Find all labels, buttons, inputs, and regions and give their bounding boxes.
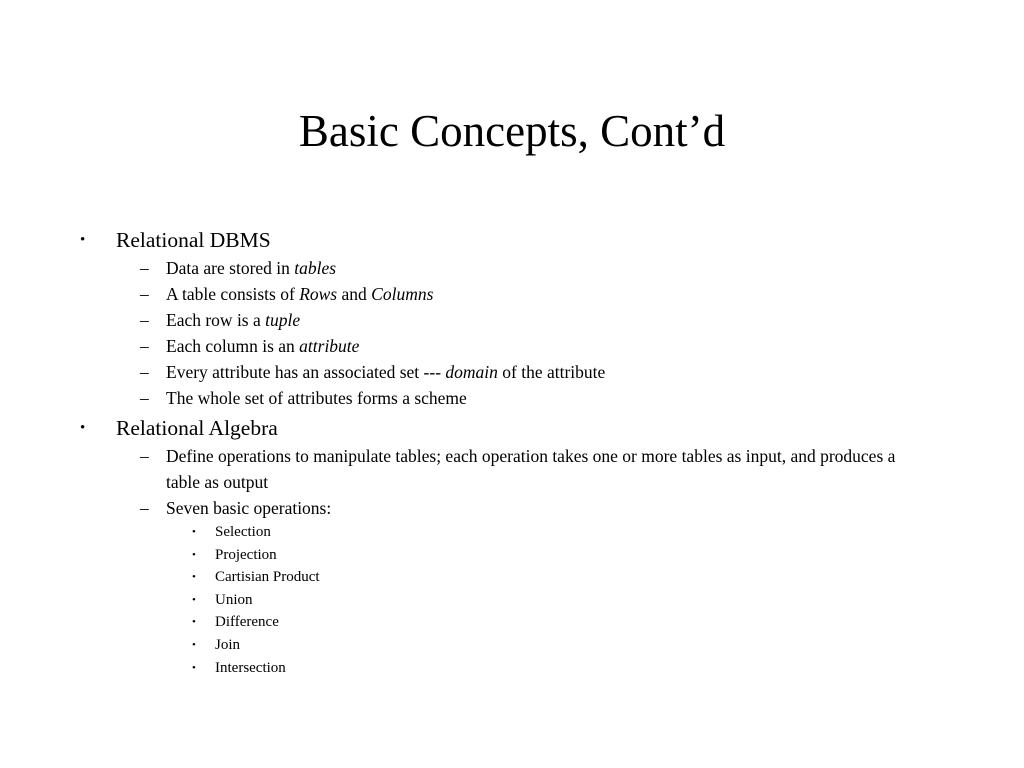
outline-item-level2: – A table consists of Rows and Columns: [80, 281, 944, 307]
outline-item-level3: • Union: [80, 589, 944, 612]
text-run: Every attribute has an associated set --…: [166, 362, 446, 382]
section-heading-relational-dbms: Relational DBMS: [116, 228, 271, 252]
emphasis-run: domain: [445, 362, 498, 382]
bullet-marker-level3-icon: •: [192, 616, 196, 629]
slide-body: • Relational DBMS – Data are stored in t…: [80, 226, 944, 679]
dash-marker-level2-icon: –: [140, 310, 149, 330]
outline-item-level1: • Relational DBMS: [80, 226, 944, 254]
dash-marker-level2-icon: –: [140, 258, 149, 278]
outline-text-each-row-is-a-tuple: Each row is a tuple: [166, 307, 912, 333]
operation-cartisian-product: Cartisian Product: [215, 569, 320, 586]
outline-item-level2: – Seven basic operations:: [80, 495, 944, 521]
outline-item-level2: – Define operations to manipulate tables…: [80, 443, 944, 495]
outline-item-level3: • Difference: [80, 611, 944, 634]
outline-item-level2: – Data are stored in tables: [80, 255, 944, 281]
outline-text-table-consists-of-rows-and-columns: A table consists of Rows and Columns: [166, 281, 912, 307]
outline-item-level3: • Selection: [80, 521, 944, 544]
operation-intersection: Intersection: [215, 659, 286, 676]
outline-text-define-operations-to-manipulate-tables: Define operations to manipulate tables; …: [166, 446, 896, 492]
operation-difference: Difference: [215, 614, 279, 631]
bullet-marker-level3-icon: •: [192, 661, 196, 674]
dash-marker-level2-icon: –: [140, 446, 149, 466]
slide: Basic Concepts, Cont’d • Relational DBMS…: [0, 0, 1024, 768]
outline-item-level3: • Intersection: [80, 657, 944, 680]
outline-item-level3: • Projection: [80, 544, 944, 567]
operation-projection: Projection: [215, 546, 277, 563]
outline-text-data-are-stored-in-tables: Data are stored in tables: [166, 255, 912, 281]
bullet-marker-level1-icon: •: [80, 420, 86, 436]
text-run: and: [337, 284, 372, 304]
outline-text-every-attribute-has-domain: Every attribute has an associated set --…: [166, 359, 912, 385]
outline-text-whole-set-of-attributes-forms-a-scheme: The whole set of attributes forms a sche…: [166, 388, 467, 408]
emphasis-run: tuple: [265, 310, 301, 330]
text-run: of the attribute: [497, 362, 606, 382]
outline-item-level2: – The whole set of attributes forms a sc…: [80, 385, 944, 411]
bullet-marker-level3-icon: •: [192, 526, 196, 538]
text-run: A table consists of: [166, 284, 300, 304]
emphasis-run: tables: [294, 258, 337, 278]
bullet-marker-level3-icon: •: [192, 571, 196, 584]
outline-item-level2: – Every attribute has an associated set …: [80, 359, 944, 385]
dash-marker-level2-icon: –: [140, 388, 149, 408]
dash-marker-level2-icon: –: [140, 362, 149, 382]
dash-marker-level2-icon: –: [140, 498, 149, 518]
text-run: Each column is an: [166, 336, 300, 356]
outline-text-each-column-is-an-attribute: Each column is an attribute: [166, 333, 912, 359]
outline-item-level3: • Join: [80, 634, 944, 657]
outline-item-level2: – Each column is an attribute: [80, 333, 944, 359]
bullet-marker-level3-icon: •: [192, 593, 196, 606]
emphasis-run: Rows: [299, 284, 338, 304]
operation-join: Join: [215, 636, 241, 653]
bullet-marker-level3-icon: •: [192, 548, 196, 561]
operation-union: Union: [215, 591, 253, 608]
bullet-marker-level3-icon: •: [192, 638, 196, 651]
text-run: Data are stored in: [166, 258, 295, 278]
outline-item-level2: – Each row is a tuple: [80, 307, 944, 333]
outline-section-relational-algebra: • Relational Algebra – Define operations…: [80, 414, 944, 679]
outline-text-seven-basic-operations: Seven basic operations:: [166, 498, 332, 518]
operation-selection: Selection: [215, 524, 271, 540]
outline-item-level3: • Cartisian Product: [80, 566, 944, 589]
outline-item-level1: • Relational Algebra: [80, 414, 944, 442]
outline-section-relational-dbms: • Relational DBMS – Data are stored in t…: [80, 226, 944, 411]
dash-marker-level2-icon: –: [140, 336, 149, 356]
emphasis-run: Columns: [371, 284, 434, 304]
dash-marker-level2-icon: –: [140, 284, 149, 304]
bullet-marker-level1-icon: •: [80, 232, 86, 248]
emphasis-run: attribute: [299, 336, 360, 356]
page-title: Basic Concepts, Cont’d: [298, 106, 726, 156]
text-run: Each row is a: [166, 310, 266, 330]
section-heading-relational-algebra: Relational Algebra: [116, 416, 278, 440]
